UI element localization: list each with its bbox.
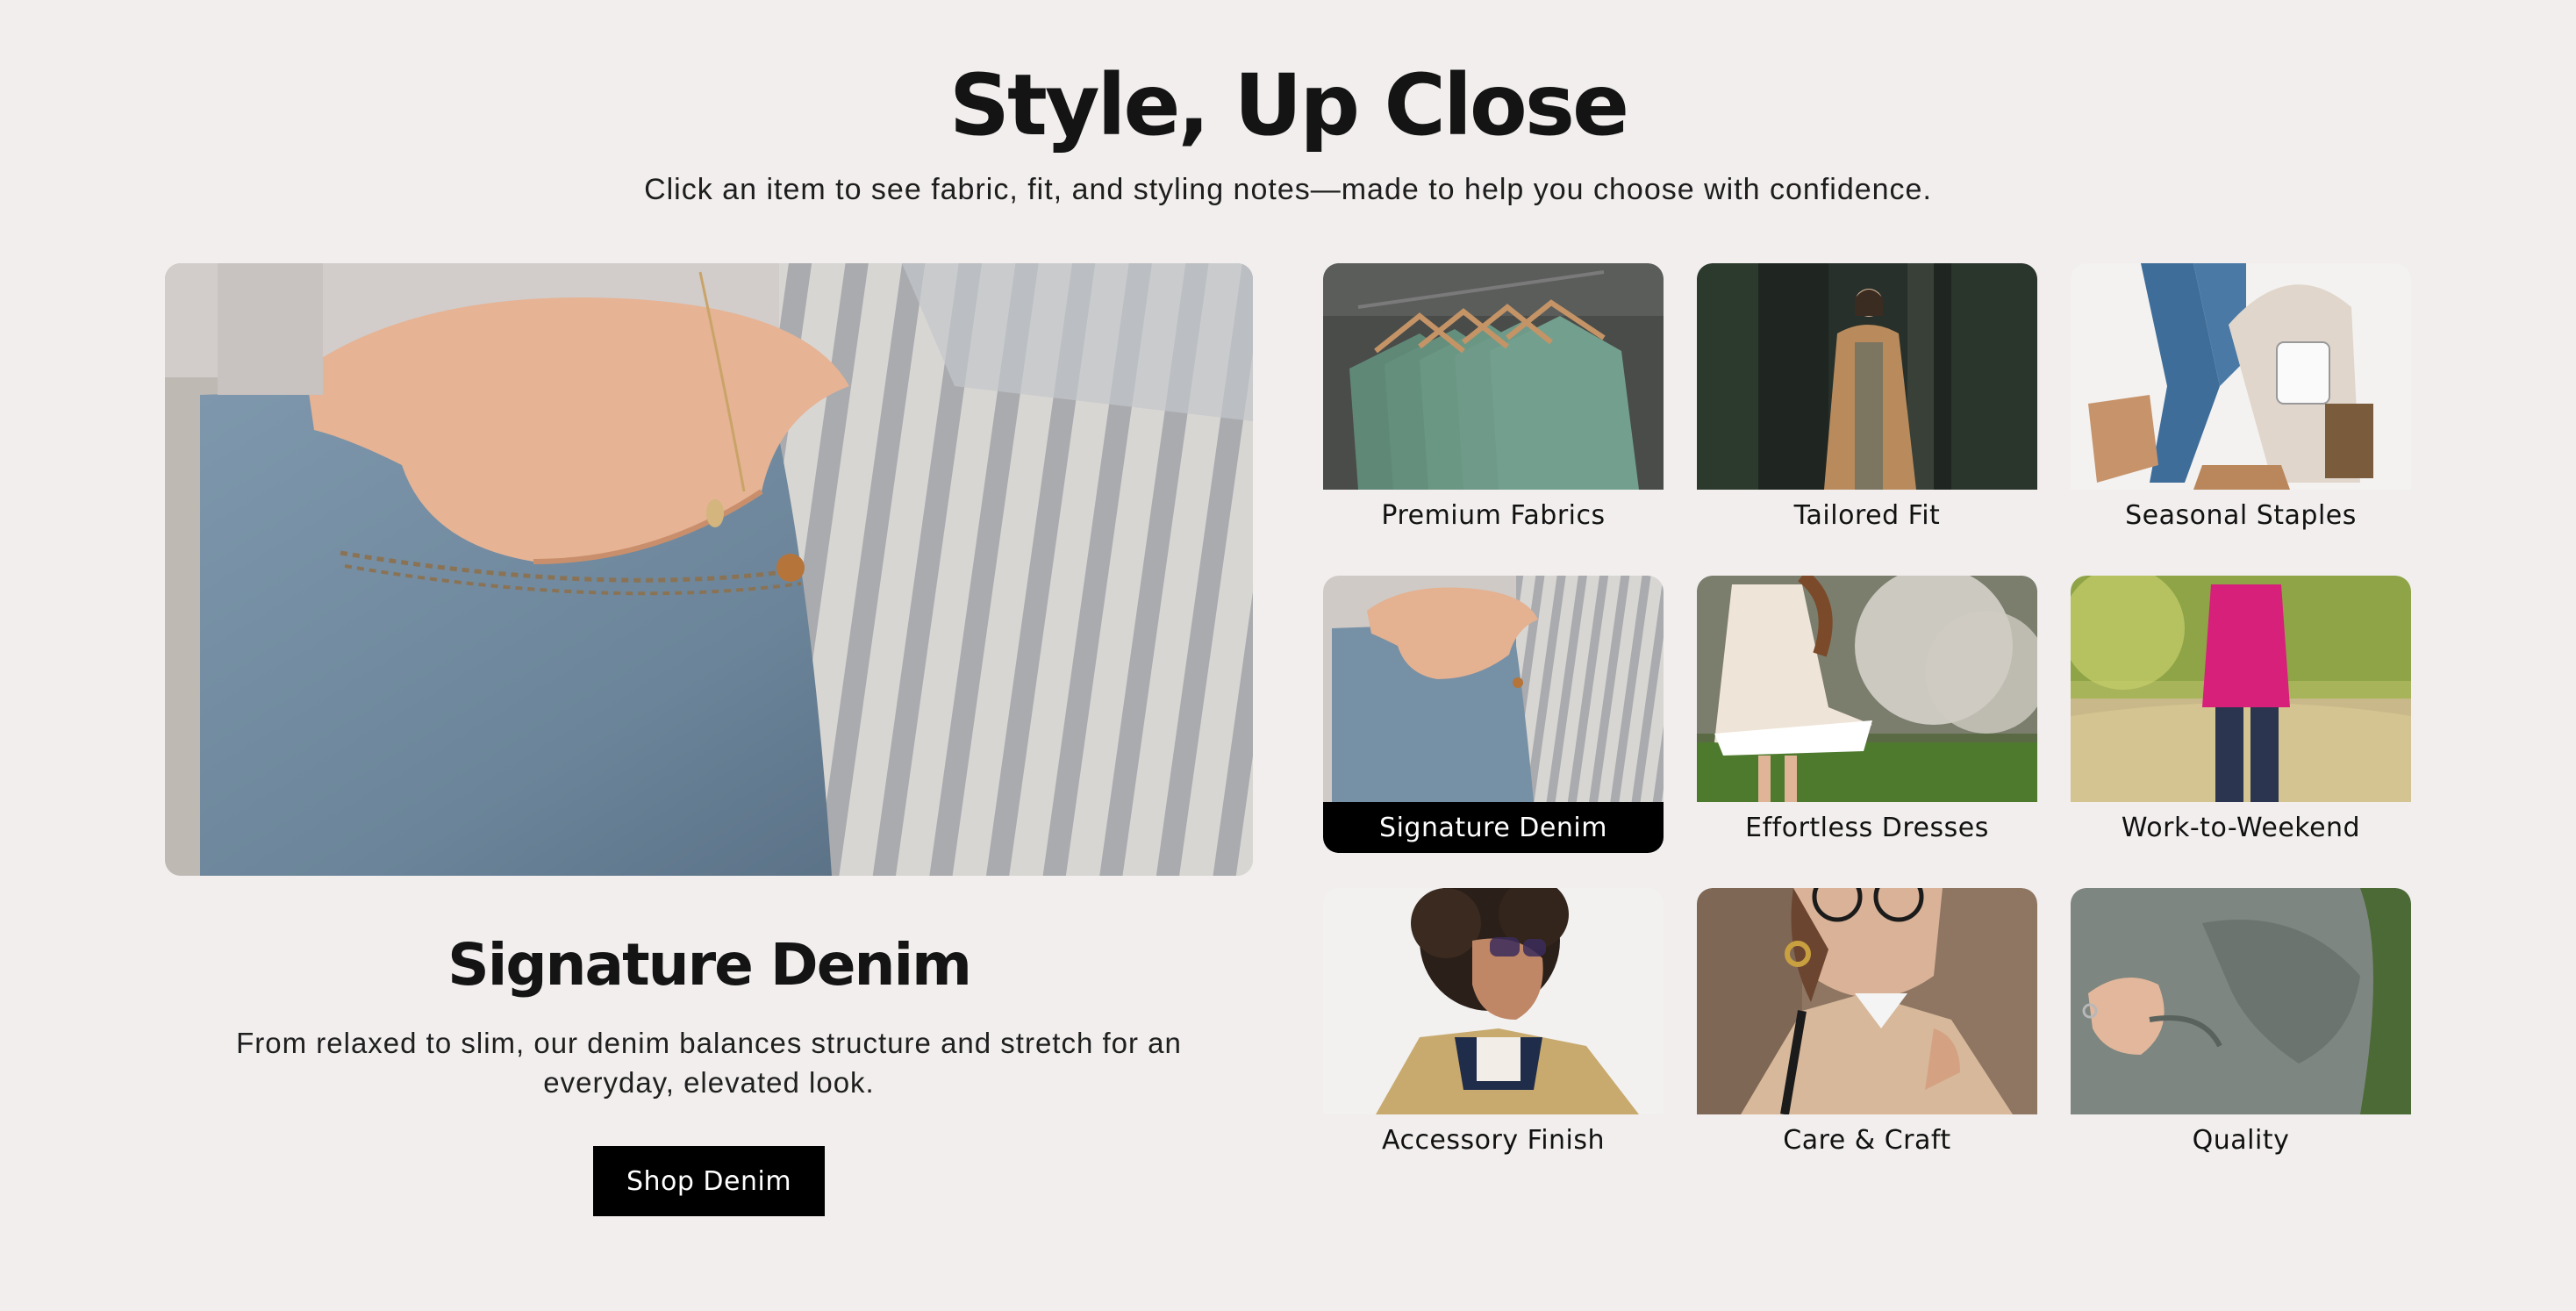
tile-image-quality [2071, 888, 2411, 1114]
tile-work-to-weekend[interactable]: Work-to-Weekend [2071, 576, 2411, 853]
tile-label: Seasonal Staples [2125, 499, 2357, 531]
page-subtitle: Click an item to see fabric, fit, and st… [644, 173, 1932, 206]
featured-description: From relaxed to slim, our denim balances… [236, 1027, 1182, 1099]
tile-label: Quality [2192, 1124, 2290, 1156]
tile-label: Work-to-Weekend [2121, 812, 2361, 843]
tile-image-seasonal-staples [2071, 263, 2411, 490]
tile-signature-denim[interactable]: Signature Denim [1323, 576, 1664, 853]
shop-denim-button[interactable]: Shop Denim [593, 1146, 825, 1216]
tile-label: Tailored Fit [1793, 499, 1941, 531]
tile-label: Care & Craft [1783, 1124, 1951, 1156]
tile-care-and-craft[interactable]: Care & Craft [1697, 888, 2037, 1165]
tile-image-effortless-dresses [1697, 576, 2037, 802]
page-title: Style, Up Close [948, 56, 1629, 154]
tile-premium-fabrics[interactable]: Premium Fabrics [1323, 263, 1664, 541]
featured-image [165, 263, 1253, 876]
tile-accessory-finish[interactable]: Accessory Finish [1323, 888, 1664, 1165]
featured-detail: Signature Denim From relaxed to slim, ou… [165, 921, 1253, 1102]
tile-effortless-dresses[interactable]: Effortless Dresses [1697, 576, 2037, 853]
tile-image-work-to-weekend [2071, 576, 2411, 802]
tile-image-signature-denim [1323, 576, 1664, 802]
tile-label: Accessory Finish [1381, 1124, 1606, 1156]
tile-image-care-and-craft [1697, 888, 2037, 1114]
tile-image-premium-fabrics [1323, 263, 1664, 490]
tile-tailored-fit[interactable]: Tailored Fit [1697, 263, 2037, 541]
tile-label: Effortless Dresses [1745, 812, 1989, 843]
tile-label: Premium Fabrics [1381, 499, 1606, 531]
tile-seasonal-staples[interactable]: Seasonal Staples [2071, 263, 2411, 541]
tile-image-accessory-finish [1323, 888, 1664, 1114]
tile-quality[interactable]: Quality [2071, 888, 2411, 1165]
tile-label: Signature Denim [1323, 802, 1664, 853]
tile-image-tailored-fit [1697, 263, 2037, 490]
featured-title: Signature Denim [447, 931, 972, 999]
